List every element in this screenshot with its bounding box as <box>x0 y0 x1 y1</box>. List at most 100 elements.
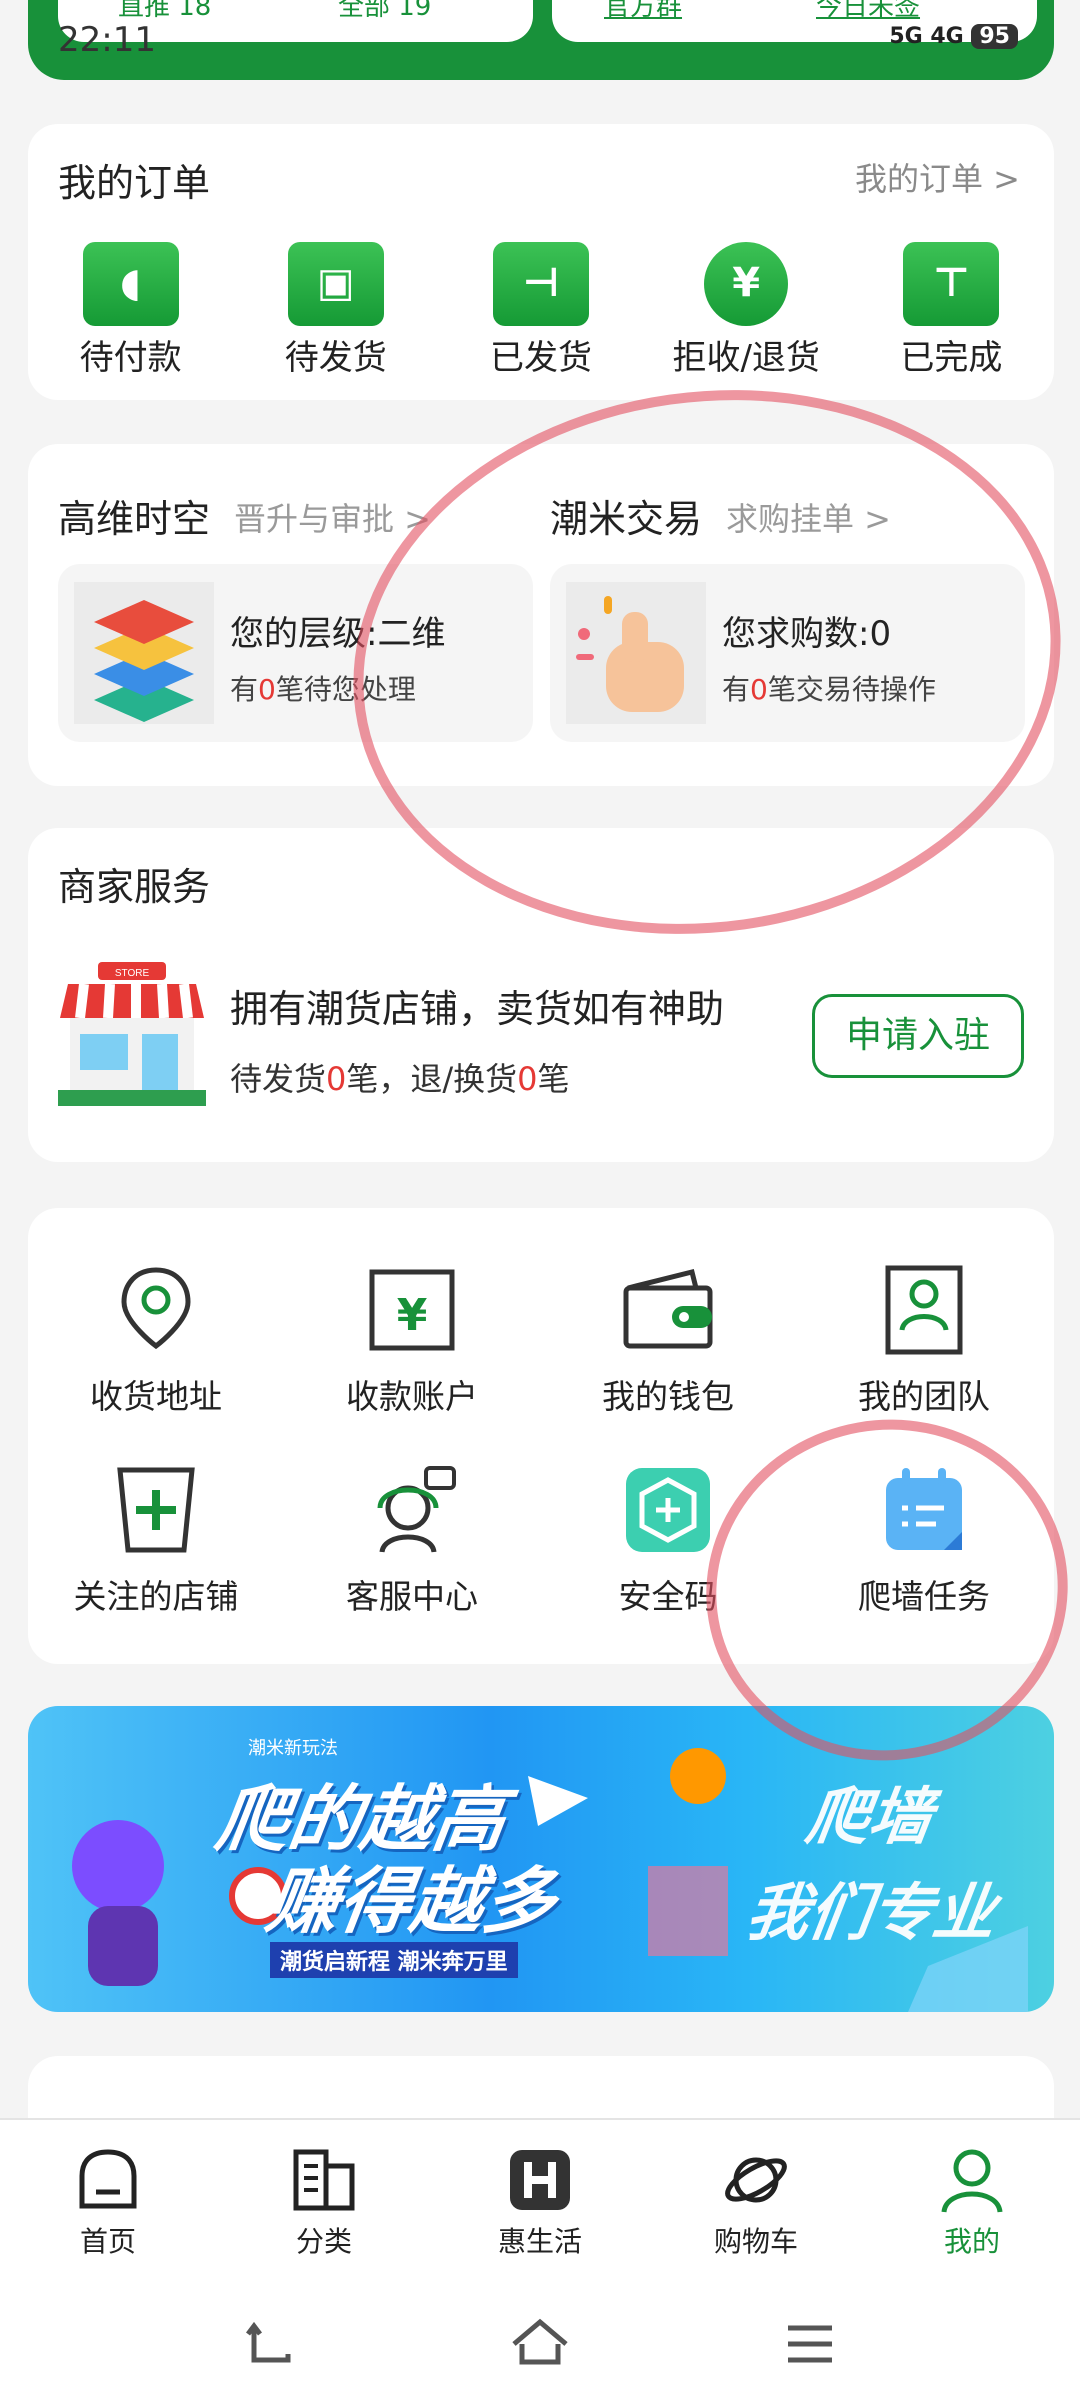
yuan-account-icon: ¥ <box>366 1264 458 1356</box>
back-icon[interactable] <box>240 2314 300 2374</box>
order-completed[interactable]: ⊤ 已完成 <box>849 242 1054 379</box>
menu-icon[interactable] <box>780 2314 840 2374</box>
text: 笔，退/换货 <box>346 1060 518 1098</box>
followed-store-icon <box>110 1464 202 1556</box>
tool-wall-task[interactable]: 爬墙任务 <box>796 1464 1052 1618</box>
order-item-label: 已发货 <box>490 338 592 378</box>
merchant-card: 商家服务 STORE 拥有潮货店铺，卖货如有神助 待发货0笔，退/换货0笔 申请… <box>28 828 1054 1162</box>
text: 有 <box>230 673 259 706</box>
tool-customer-service[interactable]: 客服中心 <box>284 1464 540 1618</box>
level-value: 您的层级:二维 <box>230 614 446 654</box>
location-pin-icon <box>110 1264 202 1356</box>
pending-count: 0 <box>258 673 276 706</box>
signal-icons: 5G 4G 95 <box>889 24 1018 49</box>
tool-address[interactable]: 收货地址 <box>28 1264 284 1418</box>
nav-label: 我的 <box>943 2225 1000 2258</box>
tool-team[interactable]: 我的团队 <box>796 1264 1052 1418</box>
tool-label: 安全码 <box>618 1577 718 1616</box>
profile-icon <box>936 2144 1008 2216</box>
banner-right-1: 爬墙 <box>802 1780 937 1853</box>
all-orders-link[interactable]: 我的订单 > <box>855 154 1020 200</box>
merchant-stats: 待发货0笔，退/换货0笔 <box>230 1054 570 1100</box>
truck-icon: ⊣ <box>493 242 589 326</box>
trade-pending: 有0笔交易待操作 <box>722 668 936 708</box>
order-item-label: 已完成 <box>900 338 1003 378</box>
level-title: 高维时空 <box>58 497 211 541</box>
apply-join-button[interactable]: 申请入驻 <box>812 994 1024 1078</box>
orders-card: 我的订单 我的订单 > ◖ 待付款 ▣ 待发货 ⊣ 已发货 ¥ 拒收/退货 ⊤ … <box>28 124 1054 400</box>
promotion-link[interactable]: 晋升与审批 > <box>234 494 431 540</box>
banner-right-2: 我们专业 <box>742 1876 1001 1949</box>
tool-security-code[interactable]: 安全码 <box>540 1464 796 1618</box>
svg-text:¥: ¥ <box>397 1290 428 1341</box>
nav-label: 惠生活 <box>497 2225 582 2258</box>
completed-box-icon: ⊤ <box>903 242 1000 326</box>
level-pending: 有0笔待您处理 <box>230 668 416 708</box>
merchant-slogan: 拥有潮货店铺，卖货如有神助 <box>230 987 725 1031</box>
tool-followed-stores[interactable]: 关注的店铺 <box>28 1464 284 1618</box>
tool-label: 我的钱包 <box>602 1377 734 1416</box>
clock: 22:11 <box>58 20 156 60</box>
layers-icon <box>74 582 214 724</box>
customer-service-icon <box>366 1464 458 1556</box>
tool-label: 我的团队 <box>858 1377 990 1416</box>
trade-panel[interactable]: 您求购数:0 有0笔交易待操作 <box>550 564 1025 742</box>
buy-order-link[interactable]: 求购挂单 > <box>726 494 891 540</box>
promo-banner[interactable]: 潮米新玩法 爬的越高 赚得越多 潮货启新程 潮米奔万里 爬墙 我们专业 <box>28 1706 1054 2012</box>
nav-label: 分类 <box>295 2225 352 2258</box>
nav-category[interactable]: 分类 <box>216 2120 432 2278</box>
tool-label: 收货地址 <box>90 1377 222 1416</box>
network-label: 5G 4G <box>889 24 964 49</box>
nav-label: 首页 <box>79 2225 136 2258</box>
tool-wallet[interactable]: 我的钱包 <box>540 1264 796 1418</box>
category-icon <box>288 2144 360 2216</box>
wallet-icon: ◖ <box>82 242 179 326</box>
store-sign-text: STORE <box>115 968 150 979</box>
order-status-row: ◖ 待付款 ▣ 待发货 ⊣ 已发货 ¥ 拒收/退货 ⊤ 已完成 <box>28 242 1054 379</box>
order-item-label: 拒收/退货 <box>672 338 820 378</box>
tool-label: 客服中心 <box>346 1577 478 1616</box>
security-code-icon <box>622 1464 714 1556</box>
level-panel[interactable]: 您的层级:二维 有0笔待您处理 <box>58 564 533 742</box>
buy-count: 您求购数:0 <box>722 614 892 654</box>
refund-icon: ¥ <box>704 242 789 326</box>
home-icon <box>72 2144 144 2216</box>
box-icon: ▣ <box>287 242 384 326</box>
tool-label: 关注的店铺 <box>73 1577 239 1616</box>
order-shipped[interactable]: ⊣ 已发货 <box>438 242 643 379</box>
status-bar: 22:11 5G 4G 95 <box>58 18 1018 64</box>
text: 笔 <box>537 1060 570 1098</box>
task-calendar-icon <box>878 1464 970 1556</box>
tools-card: 收货地址 ¥ 收款账户 我的钱包 我的团队 关注的店铺 客服中心 安全码 爬墙任… <box>28 1208 1054 1664</box>
nav-cart[interactable]: 购物车 <box>648 2120 864 2278</box>
nav-life[interactable]: 惠生活 <box>432 2120 648 2278</box>
trade-title: 潮米交易 <box>550 497 703 541</box>
life-icon <box>504 2144 576 2216</box>
order-pending-shipment[interactable]: ▣ 待发货 <box>233 242 438 379</box>
return-count: 0 <box>517 1060 538 1098</box>
pending-ship-count: 0 <box>326 1060 347 1098</box>
planet-cart-icon <box>720 2144 792 2216</box>
order-item-label: 待发货 <box>284 338 387 378</box>
pending-count: 0 <box>750 673 768 706</box>
nav-home[interactable]: 首页 <box>0 2120 216 2278</box>
order-refund[interactable]: ¥ 拒收/退货 <box>644 242 849 379</box>
banner-tag: 潮米新玩法 <box>248 1738 338 1759</box>
system-nav-bar <box>0 2278 1080 2408</box>
merchant-title: 商家服务 <box>58 865 211 909</box>
store-icon: STORE <box>58 962 206 1106</box>
tool-label: 爬墙任务 <box>858 1577 990 1616</box>
battery-icon: 95 <box>971 24 1018 49</box>
tool-account[interactable]: ¥ 收款账户 <box>284 1264 540 1418</box>
order-pending-payment[interactable]: ◖ 待付款 <box>28 242 233 379</box>
tool-label: 收款账户 <box>346 1377 478 1416</box>
banner-tagline: 潮货启新程 潮米奔万里 <box>270 1942 518 1978</box>
text: 待发货 <box>230 1060 327 1098</box>
home-system-icon[interactable] <box>510 2314 570 2374</box>
nav-profile[interactable]: 我的 <box>864 2120 1080 2278</box>
banner-headline-2: 赚得越多 <box>261 1859 562 1943</box>
text: 笔交易待操作 <box>767 673 936 706</box>
nav-label: 购物车 <box>713 2225 798 2258</box>
orders-title: 我的订单 <box>58 161 211 205</box>
bottom-nav: 首页 分类 惠生活 购物车 我的 <box>0 2118 1080 2278</box>
